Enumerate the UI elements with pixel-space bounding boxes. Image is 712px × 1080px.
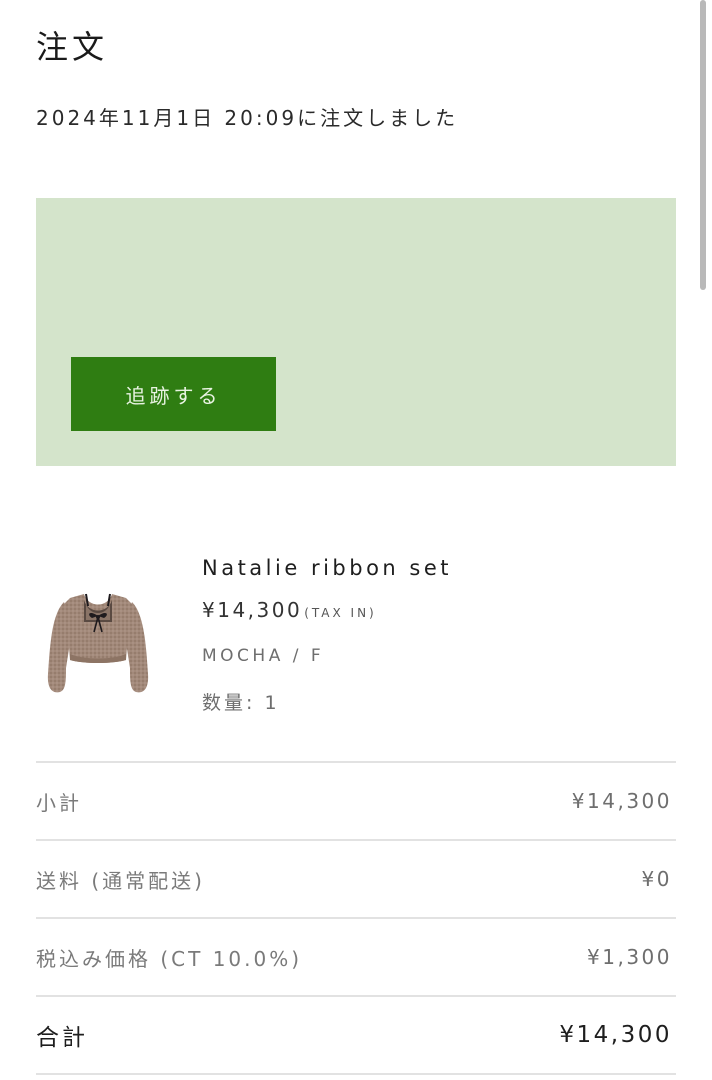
summary-row-tax: 税込み価格 (CT 10.0%) ¥1,300 xyxy=(36,919,676,997)
tax-value: ¥1,300 xyxy=(587,945,672,969)
cardigan-image xyxy=(47,593,149,693)
total-label: 合計 xyxy=(36,1025,88,1051)
order-date: 2024年11月1日 20:09に注文しました xyxy=(36,106,459,130)
product-variant: MOCHA / F xyxy=(202,646,325,666)
product-price: ¥14,300 xyxy=(202,598,303,622)
subtotal-label: 小計 xyxy=(36,790,82,815)
summary-row-shipping: 送料 (通常配送) ¥0 xyxy=(36,841,676,919)
tax-note: (TAX IN) xyxy=(304,606,377,620)
order-summary: 小計 ¥14,300 送料 (通常配送) ¥0 税込み価格 (CT 10.0%)… xyxy=(36,761,676,1075)
order-item: Natalie ribbon set ¥14,300 (TAX IN) MOCHA… xyxy=(36,540,676,720)
total-value: ¥14,300 xyxy=(559,1022,672,1048)
summary-row-subtotal: 小計 ¥14,300 xyxy=(36,763,676,841)
subtotal-value: ¥14,300 xyxy=(571,789,672,813)
product-thumbnail[interactable] xyxy=(42,564,154,704)
tracking-panel: 追跡する xyxy=(36,198,676,466)
tax-label: 税込み価格 (CT 10.0%) xyxy=(36,946,303,971)
product-price-row: ¥14,300 (TAX IN) xyxy=(202,598,377,622)
shipping-value: ¥0 xyxy=(641,867,672,891)
product-quantity: 数量: 1 xyxy=(202,692,280,714)
track-button[interactable]: 追跡する xyxy=(71,357,276,431)
scrollbar[interactable] xyxy=(700,0,706,290)
product-name[interactable]: Natalie ribbon set xyxy=(202,556,452,580)
shipping-label: 送料 (通常配送) xyxy=(36,868,205,893)
summary-row-total: 合計 ¥14,300 xyxy=(36,997,676,1075)
page-title: 注文 xyxy=(36,28,109,66)
